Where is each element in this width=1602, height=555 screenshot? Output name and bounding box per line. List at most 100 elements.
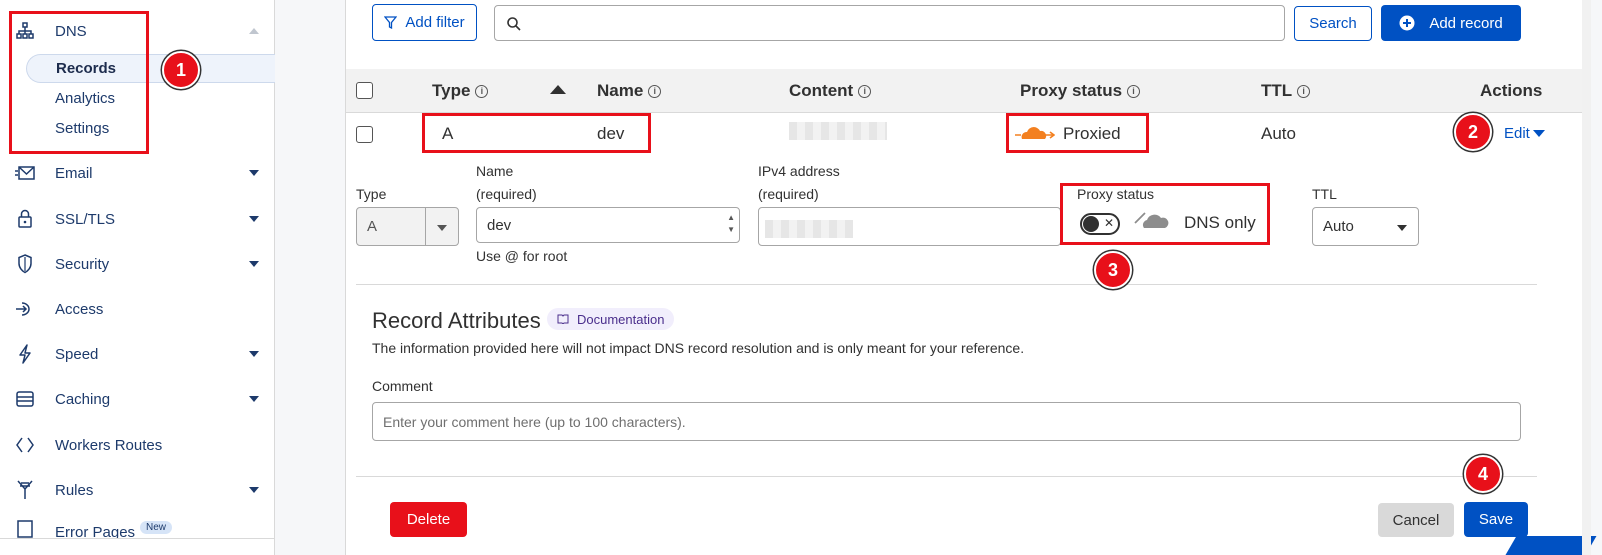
annotation-box-type-name bbox=[422, 113, 651, 153]
column-header-actions: Actions bbox=[1480, 81, 1542, 101]
documentation-label: Documentation bbox=[577, 311, 665, 327]
annotation-badge-3: 3 bbox=[1094, 251, 1132, 289]
sidebar-item-workers-routes[interactable]: Workers Routes bbox=[0, 428, 274, 462]
email-icon bbox=[14, 162, 36, 184]
book-icon bbox=[557, 314, 569, 324]
annotation-box-1 bbox=[9, 11, 149, 154]
sidebar-item-access[interactable]: Access bbox=[0, 292, 274, 326]
ipv4-input[interactable] bbox=[758, 207, 1061, 246]
search-button-label: Search bbox=[1309, 15, 1357, 32]
ttl-select[interactable]: Auto bbox=[1312, 207, 1419, 246]
sidebar-divider bbox=[0, 538, 274, 539]
sidebar-item-ssl-tls[interactable]: SSL/TLS bbox=[0, 202, 274, 236]
filter-icon bbox=[384, 16, 398, 29]
add-filter-button[interactable]: Add filter bbox=[372, 4, 477, 41]
caret-down-icon bbox=[1532, 130, 1545, 137]
sidebar-item-caching[interactable]: Caching bbox=[0, 382, 274, 416]
edit-label: Edit bbox=[1504, 125, 1530, 142]
column-header-type[interactable]: Type i bbox=[432, 81, 489, 101]
name-input-value: dev bbox=[487, 216, 512, 234]
add-filter-label: Add filter bbox=[405, 14, 465, 31]
sort-ascending-icon[interactable] bbox=[550, 85, 566, 94]
sidebar-item-label: Security bbox=[55, 255, 110, 273]
type-label: Type bbox=[356, 186, 387, 202]
save-label: Save bbox=[1478, 511, 1514, 528]
documentation-link[interactable]: Documentation bbox=[547, 308, 675, 330]
select-all-checkbox[interactable] bbox=[356, 82, 373, 99]
save-button[interactable]: Save bbox=[1464, 502, 1528, 537]
column-header-label: Proxy status bbox=[1020, 81, 1123, 100]
type-select-value: A bbox=[367, 218, 378, 235]
comment-placeholder: Enter your comment here (up to 100 chara… bbox=[383, 413, 686, 430]
access-icon bbox=[14, 298, 36, 320]
column-header-ttl[interactable]: TTL i bbox=[1261, 81, 1311, 101]
edit-button[interactable]: Edit bbox=[1504, 125, 1545, 142]
add-record-button[interactable]: Add record bbox=[1381, 5, 1521, 41]
cancel-label: Cancel bbox=[1392, 511, 1440, 529]
name-input[interactable]: dev ▲ ▼ bbox=[476, 207, 740, 243]
chevron-down-icon bbox=[249, 396, 259, 402]
name-required-label: (required) bbox=[476, 186, 537, 202]
chevron-down-icon bbox=[249, 216, 259, 222]
annotation-badge-1: 1 bbox=[162, 51, 200, 89]
divider bbox=[356, 476, 1537, 477]
info-icon: i bbox=[1297, 84, 1311, 98]
column-header-label: TTL bbox=[1261, 81, 1293, 100]
column-header-label: Name bbox=[597, 81, 644, 100]
error-pages-icon bbox=[14, 518, 36, 538]
new-badge: New bbox=[140, 521, 173, 534]
info-icon: i bbox=[648, 84, 662, 98]
cancel-button[interactable]: Cancel bbox=[1378, 503, 1454, 537]
delete-button[interactable]: Delete bbox=[390, 502, 467, 537]
annotation-badge-4: 4 bbox=[1464, 455, 1502, 493]
sidebar: DNS Records Analytics Settings Email SSL… bbox=[0, 0, 276, 555]
search-button[interactable]: Search bbox=[1294, 6, 1372, 41]
divider bbox=[356, 284, 1537, 285]
row-checkbox[interactable] bbox=[356, 126, 373, 143]
type-select[interactable]: A bbox=[356, 207, 459, 246]
record-ttl: Auto bbox=[1261, 124, 1296, 143]
annotation-box-3 bbox=[1060, 183, 1270, 245]
annotation-badge-2: 2 bbox=[1454, 113, 1492, 151]
column-header-content[interactable]: Content i bbox=[789, 81, 872, 101]
sidebar-item-label: Caching bbox=[55, 390, 111, 408]
workers-icon bbox=[14, 434, 36, 456]
sidebar-item-label: Email bbox=[55, 164, 93, 182]
info-icon: i bbox=[858, 84, 872, 98]
sidebar-item-email[interactable]: Email bbox=[0, 156, 274, 190]
ipv4-label: IPv4 address bbox=[758, 163, 840, 179]
shield-icon bbox=[14, 253, 36, 275]
scrollbar[interactable] bbox=[1582, 0, 1591, 555]
sidebar-item-rules[interactable]: Rules bbox=[0, 473, 274, 507]
chevron-down-icon bbox=[437, 225, 447, 231]
column-header-label: Type bbox=[432, 81, 471, 100]
table-header: Type i Name i Content i Proxy status i T… bbox=[346, 69, 1591, 113]
stepper-icon: ▲ ▼ bbox=[727, 213, 735, 234]
sidebar-item-label: Rules bbox=[55, 481, 94, 499]
rules-icon bbox=[14, 479, 36, 501]
sidebar-item-security[interactable]: Security bbox=[0, 247, 274, 281]
chevron-down-icon bbox=[249, 351, 259, 357]
plus-circle-icon bbox=[1399, 15, 1415, 31]
name-help-text: Use @ for root bbox=[476, 248, 568, 264]
chevron-down-icon bbox=[249, 261, 259, 267]
sidebar-item-error-pages[interactable]: Error Pages New bbox=[0, 518, 274, 538]
database-icon bbox=[14, 388, 36, 410]
info-icon: i bbox=[475, 84, 489, 98]
column-header-proxy-status[interactable]: Proxy status i bbox=[1020, 81, 1141, 101]
sidebar-item-speed[interactable]: Speed bbox=[0, 337, 274, 371]
record-content-redacted bbox=[789, 122, 887, 140]
sidebar-item-label: Speed bbox=[55, 345, 99, 363]
column-header-name[interactable]: Name i bbox=[597, 81, 662, 101]
chevron-down-icon bbox=[249, 170, 259, 176]
info-icon: i bbox=[1127, 84, 1141, 98]
comment-label: Comment bbox=[372, 378, 433, 394]
record-attributes-title: Record Attributes bbox=[372, 308, 541, 333]
ttl-select-value: Auto bbox=[1323, 218, 1354, 235]
ipv4-value-redacted bbox=[765, 220, 853, 238]
search-input[interactable] bbox=[494, 5, 1285, 41]
chevron-up-icon bbox=[249, 28, 259, 34]
comment-input[interactable]: Enter your comment here (up to 100 chara… bbox=[372, 402, 1521, 441]
search-icon bbox=[506, 16, 522, 32]
sidebar-item-label: Access bbox=[55, 300, 104, 318]
